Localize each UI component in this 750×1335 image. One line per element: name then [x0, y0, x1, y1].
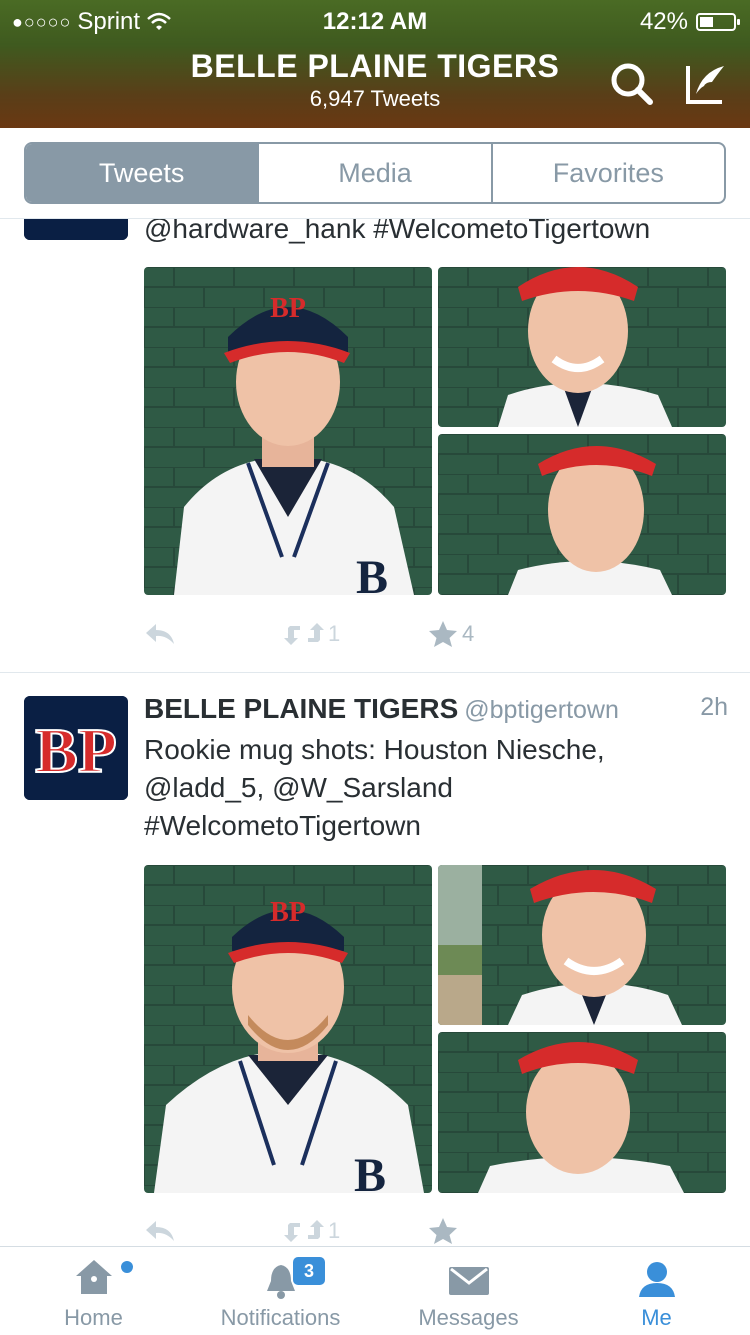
author-name[interactable]: BELLE PLAINE TIGERS [144, 693, 458, 724]
tweet-media[interactable]: BP B [144, 865, 726, 1193]
home-icon [75, 1260, 112, 1294]
reply-button[interactable] [144, 622, 176, 646]
reply-icon [146, 1221, 174, 1241]
nav-messages-label: Messages [418, 1305, 519, 1330]
photo-player-top-right[interactable] [438, 865, 726, 1025]
jersey-letter: B [354, 1149, 386, 1193]
status-bar: ●○○○○ Sprint 12:12 AM 42% [0, 0, 750, 40]
compose-tweet-button[interactable] [682, 60, 730, 108]
search-button[interactable] [608, 60, 656, 108]
notifications-badge: 3 [293, 1257, 325, 1285]
segmented-control: Tweets Media Favorites [24, 142, 726, 204]
reply-button[interactable] [144, 1219, 176, 1243]
favorite-button[interactable] [428, 1217, 462, 1245]
search-icon [611, 63, 653, 105]
nav-notifications-label: Notifications [220, 1305, 341, 1330]
tweet-media[interactable]: BP B [144, 267, 726, 595]
photo-player-large[interactable]: BP B [144, 267, 432, 595]
nav-notifications[interactable]: 3 Notifications [187, 1247, 374, 1335]
star-icon [429, 621, 457, 647]
retweet-count: 1 [328, 621, 341, 646]
team-logo: BP [35, 715, 117, 786]
profile-header: ●○○○○ Sprint 12:12 AM 42% BELLE PLAINE T… [0, 0, 750, 128]
retweet-count: 1 [328, 1218, 341, 1243]
author-handle[interactable]: @bptigertown [464, 696, 619, 724]
retweet-button[interactable]: 1 [284, 621, 340, 647]
tab-media[interactable]: Media [257, 144, 490, 202]
tab-tweets[interactable]: Tweets [26, 144, 258, 202]
favorite-button[interactable]: 4 [428, 620, 474, 648]
unread-dot [121, 1261, 133, 1273]
battery-icon [696, 13, 740, 31]
photo-player-bottom-right[interactable] [438, 1032, 726, 1193]
tweet-2[interactable]: BP BELLE PLAINE TIGERS @bptigertown 2h Ro… [0, 673, 750, 1246]
nav-me-label: Me [641, 1305, 672, 1330]
profile-tabs-bar: Tweets Media Favorites [0, 128, 750, 219]
reply-icon [146, 624, 174, 644]
envelope-icon [448, 1267, 489, 1295]
tweet-actions: 1 4 [144, 614, 726, 654]
person-icon [638, 1262, 675, 1297]
tab-favorites[interactable]: Favorites [490, 144, 724, 202]
retweet-icon [284, 623, 324, 645]
compose-quill-icon [686, 66, 724, 104]
nav-me[interactable]: Me [563, 1247, 750, 1335]
battery-status: 42% [639, 8, 740, 36]
photo-player-top-right[interactable] [438, 267, 726, 427]
nav-home-label: Home [64, 1305, 123, 1330]
nav-home[interactable]: Home [0, 1247, 187, 1335]
avatar[interactable]: BP [24, 696, 128, 800]
tweet-header: BELLE PLAINE TIGERS @bptigertown 2h [144, 693, 728, 725]
cap-logo: BP [270, 897, 306, 928]
photo-player-large[interactable]: BP B [144, 865, 432, 1193]
battery-percent: 42% [639, 8, 688, 35]
retweet-button[interactable]: 1 [284, 1218, 340, 1244]
jersey-letter: B [356, 551, 388, 595]
tweet-actions: 1 [144, 1211, 726, 1246]
tweet-time: 2h [700, 693, 728, 721]
nav-messages[interactable]: Messages [375, 1247, 562, 1335]
clock: 12:12 AM [322, 8, 428, 35]
tweet-text: Rookie mug shots: Houston Niesche, @ladd… [144, 734, 605, 841]
cap-logo: BP [270, 293, 306, 324]
star-icon [429, 1218, 457, 1244]
photo-player-bottom-right[interactable] [438, 434, 726, 595]
retweet-icon [284, 1220, 324, 1242]
bottom-tab-bar: Home 3 Notifications Messages Me [0, 1246, 750, 1335]
favorite-count: 4 [462, 621, 475, 646]
